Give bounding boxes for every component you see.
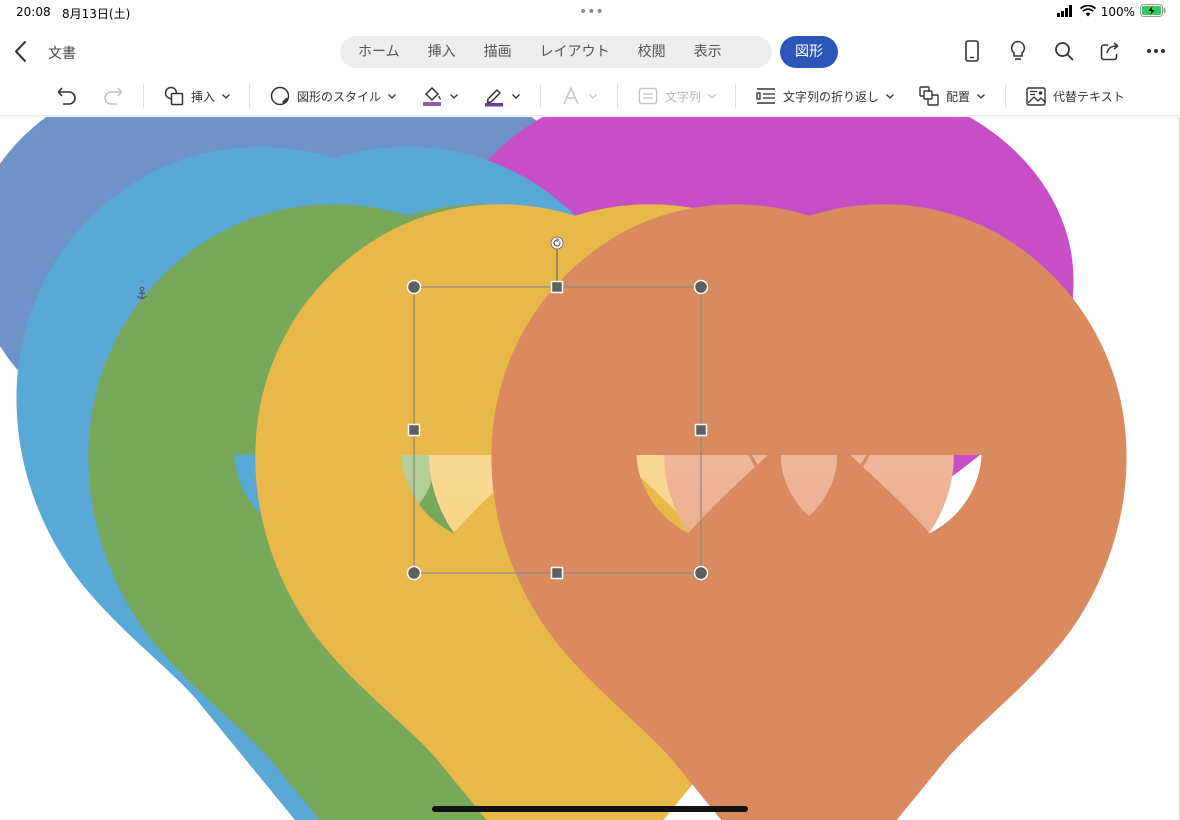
status-bar: 20:08 8月13日(土) ••• 100% — [0, 0, 1180, 24]
insert-shape-dropdown[interactable]: 挿入 — [163, 82, 231, 110]
outline-pen-icon — [485, 89, 503, 107]
chevron-down-icon — [512, 94, 520, 99]
tab-view[interactable]: 表示 — [680, 38, 736, 66]
chevron-down-icon — [977, 94, 985, 99]
chevron-down-icon — [886, 94, 894, 99]
heart-orange-shape[interactable] — [664, 374, 954, 656]
tab-shape-active[interactable]: 図形 — [780, 36, 838, 68]
signal-icon — [1056, 4, 1075, 20]
resize-handle-bottom[interactable] — [550, 566, 564, 580]
lightbulb-icon[interactable] — [1006, 38, 1030, 64]
chevron-down-icon — [450, 94, 458, 99]
chevron-down-icon — [222, 94, 230, 99]
status-indicators: 100% — [1056, 4, 1166, 20]
status-date: 8月13日(土) — [62, 7, 131, 21]
arrange-dropdown[interactable]: 配置 — [918, 82, 986, 110]
shapes-layer — [144, 191, 954, 656]
multitask-dots[interactable]: ••• — [579, 4, 604, 20]
ribbon-divider — [735, 84, 736, 108]
ribbon-tabs: ホーム 挿入 描画 レイアウト 校閲 表示 — [340, 36, 772, 68]
text-direction-dropdown[interactable]: 文字列 — [637, 82, 717, 110]
tab-draw[interactable]: 描画 — [470, 38, 526, 66]
resize-handle-left[interactable] — [407, 423, 421, 437]
home-indicator[interactable] — [432, 806, 748, 812]
resize-handle-top-right[interactable] — [693, 279, 709, 295]
app-header: 文書 ホーム 挿入 描画 レイアウト 校閲 表示 図形 — [0, 30, 1180, 74]
alt-text-button[interactable]: 代替テキスト — [1025, 82, 1125, 110]
shape-style-icon — [270, 86, 290, 106]
tab-review[interactable]: 校閲 — [624, 38, 680, 66]
wrap-text-label: 文字列の折り返し — [783, 89, 880, 104]
chevron-left-icon — [15, 41, 26, 62]
shape-fill-dropdown[interactable] — [421, 82, 459, 110]
tab-layout[interactable]: レイアウト — [526, 38, 624, 66]
chevron-down-icon — [708, 94, 716, 99]
battery-charging-icon — [1140, 4, 1166, 20]
header-actions — [960, 38, 1168, 64]
text-box-icon — [638, 87, 658, 105]
ribbon-divider — [617, 84, 618, 108]
undo-icon — [57, 87, 76, 105]
ribbon-divider — [143, 84, 144, 108]
battery-percent: 100% — [1100, 5, 1135, 19]
share-icon[interactable] — [1098, 38, 1122, 64]
status-time: 20:08 — [16, 5, 51, 19]
wrap-text-dropdown[interactable]: 文字列の折り返し — [755, 82, 895, 110]
search-icon[interactable] — [1052, 38, 1076, 64]
insert-label: 挿入 — [191, 89, 216, 104]
shape-styles-label: 図形のスタイル — [297, 89, 382, 104]
resize-handle-top-left[interactable] — [406, 279, 422, 295]
chevron-down-icon — [589, 94, 597, 99]
mobile-view-icon[interactable] — [960, 38, 984, 64]
ribbon-divider — [1005, 84, 1006, 108]
text-effects-dropdown[interactable] — [560, 82, 598, 110]
wrap-text-icon — [756, 88, 775, 104]
more-options-icon[interactable] — [1144, 38, 1168, 64]
alt-text-image-icon — [1026, 87, 1046, 106]
arrange-icon — [919, 86, 939, 106]
word-app-screen: 20:08 8月13日(土) ••• 100% 文書 ホーム 挿入 描画 レイア… — [0, 0, 1180, 820]
ribbon-divider — [249, 84, 250, 108]
ribbon-divider — [540, 84, 541, 108]
resize-handle-right[interactable] — [694, 423, 708, 437]
shape-styles-dropdown[interactable]: 図形のスタイル — [269, 82, 397, 110]
redo-button[interactable] — [102, 82, 124, 110]
shape-ribbon: 挿入 図形のスタイル 文字列 文字列の折り返し 配置 代替テキスト — [0, 76, 1180, 116]
rotate-handle[interactable] — [550, 236, 564, 250]
tab-insert[interactable]: 挿入 — [414, 38, 470, 66]
undo-button[interactable] — [56, 82, 78, 110]
fill-bucket-icon — [423, 86, 442, 106]
chevron-down-icon — [388, 94, 396, 99]
wifi-icon — [1079, 4, 1096, 20]
text-direction-label: 文字列 — [665, 89, 702, 104]
text-effect-icon — [563, 86, 579, 105]
redo-icon — [104, 87, 123, 105]
back-button[interactable] — [10, 39, 32, 65]
shape-outline-dropdown[interactable] — [483, 82, 521, 110]
document-canvas — [0, 117, 1180, 820]
shapes-icon — [164, 86, 184, 106]
arrange-label: 配置 — [946, 89, 971, 104]
resize-handle-bottom-left[interactable] — [406, 565, 422, 581]
tab-home[interactable]: ホーム — [344, 38, 414, 66]
resize-handle-top[interactable] — [550, 280, 564, 294]
document-title[interactable]: 文書 — [48, 43, 76, 63]
resize-handle-bottom-right[interactable] — [693, 565, 709, 581]
alt-text-label: 代替テキスト — [1053, 89, 1125, 104]
